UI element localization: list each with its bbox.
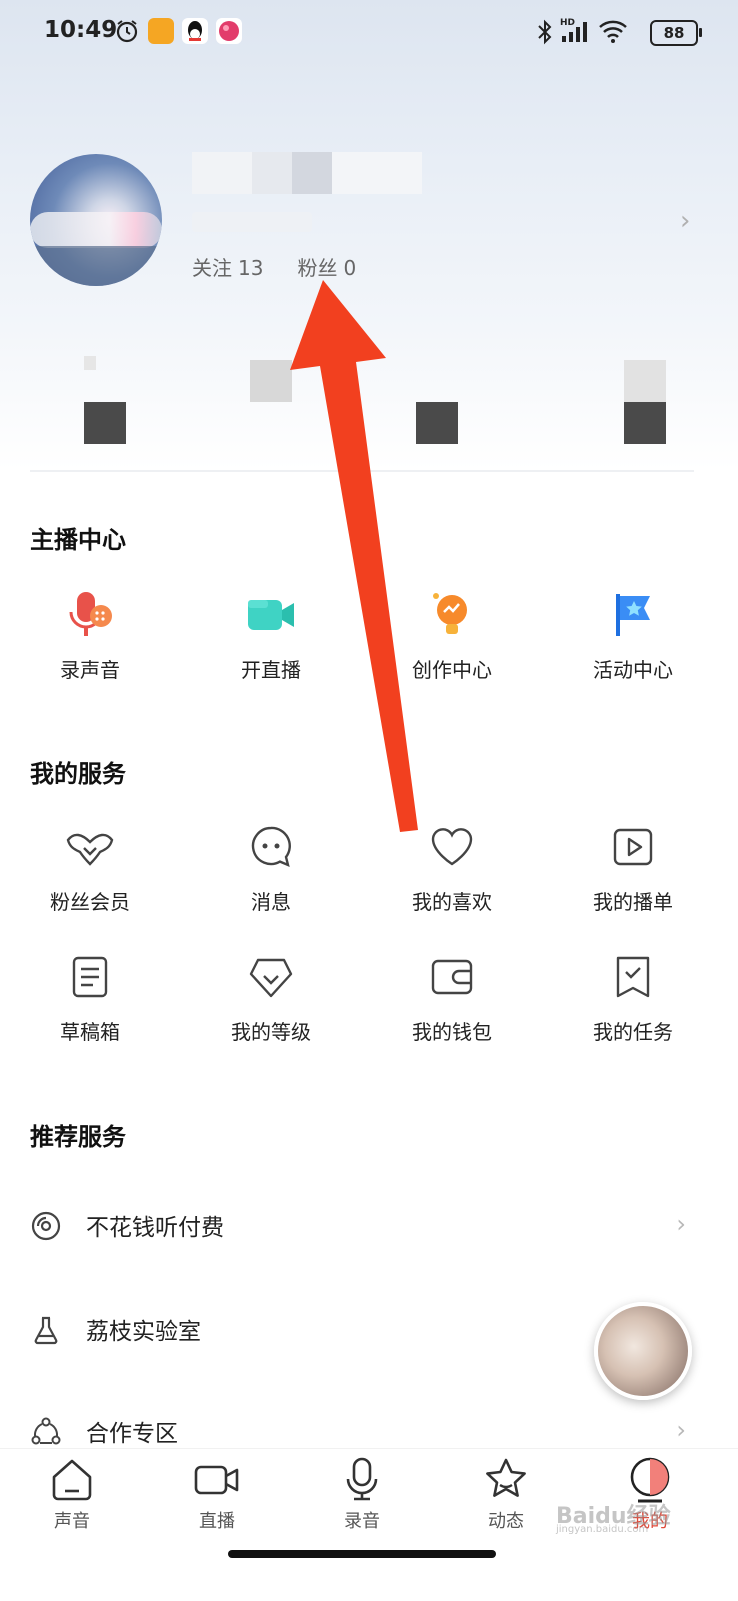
status-bar: 10:49 HD 88 [0, 0, 738, 64]
cooperation-icon [31, 1417, 61, 1445]
nav-tab-label: 动态 [488, 1511, 524, 1532]
floating-player-button[interactable] [594, 1302, 692, 1400]
list-item-free-paid[interactable]: 不花钱听付费 › [30, 1198, 694, 1258]
task-bookmark-icon [608, 952, 658, 1002]
grid-item-my-tasks[interactable]: 我的任务 [543, 952, 723, 1045]
home-icon [48, 1455, 96, 1503]
section-title-anchor-center: 主播中心 [30, 526, 126, 554]
redacted-block [84, 356, 96, 370]
section-title-recommended: 推荐服务 [30, 1123, 126, 1151]
grid-item-record-sound[interactable]: 录声音 [0, 590, 180, 683]
grid-item-label: 我的等级 [231, 1020, 311, 1044]
home-indicator [228, 1550, 496, 1558]
draft-doc-icon [65, 952, 115, 1002]
playlist-icon [608, 822, 658, 872]
grid-item-creation-center[interactable]: 创作中心 [362, 590, 542, 683]
nav-tab-label: 录音 [344, 1511, 380, 1532]
live-camera-icon [193, 1455, 241, 1503]
grid-item-label: 开直播 [241, 658, 301, 682]
nav-tab-sound[interactable]: 声音 [12, 1455, 132, 1533]
wifi-icon [599, 20, 627, 43]
alarm-icon [116, 20, 138, 43]
grid-item-my-wallet[interactable]: 我的钱包 [362, 952, 542, 1045]
video-camera-icon [246, 590, 296, 640]
profile-icon [626, 1455, 674, 1503]
chevron-right-icon: › [676, 1416, 686, 1444]
grid-item-label: 我的任务 [593, 1020, 673, 1044]
mic-record-icon [65, 590, 115, 640]
lychee-app-icon [216, 18, 242, 44]
chevron-right-icon: › [676, 1210, 686, 1238]
grid-item-my-level[interactable]: 我的等级 [181, 952, 361, 1045]
list-item-label: 荔枝实验室 [86, 1319, 201, 1345]
grid-item-messages[interactable]: 消息 [181, 822, 361, 915]
star-icon [482, 1455, 530, 1503]
signal-icon: HD [560, 18, 587, 42]
nav-tab-record[interactable]: 录音 [302, 1455, 422, 1533]
redacted-block [84, 402, 126, 444]
grid-item-drafts[interactable]: 草稿箱 [0, 952, 180, 1045]
grid-item-label: 我的播单 [593, 890, 673, 914]
redacted-block [250, 360, 292, 402]
nav-tab-feed[interactable]: 动态 [446, 1455, 566, 1533]
wallet-icon [427, 952, 477, 1002]
grid-item-label: 录声音 [60, 658, 120, 682]
lightbulb-icon [427, 590, 477, 640]
section-title-my-services: 我的服务 [30, 760, 126, 788]
grid-item-label: 活动中心 [593, 658, 673, 682]
grid-item-label: 我的钱包 [412, 1020, 492, 1044]
network-label: HD [560, 18, 575, 28]
grid-item-label: 粉丝会员 [50, 890, 130, 914]
microphone-icon [338, 1455, 386, 1503]
grid-item-label: 创作中心 [412, 658, 492, 682]
flask-icon [34, 1316, 58, 1345]
battery-indicator: 88 [650, 20, 702, 46]
user-id-blurred [192, 212, 312, 232]
disc-icon [31, 1211, 61, 1241]
grid-item-label: 我的喜欢 [412, 890, 492, 914]
avatar[interactable] [30, 154, 162, 286]
grid-item-start-live[interactable]: 开直播 [181, 590, 361, 683]
watermark-url: jingyan.baidu.com [556, 1524, 649, 1535]
flag-star-icon [608, 590, 658, 640]
grid-item-my-playlist[interactable]: 我的播单 [543, 822, 723, 915]
following-label[interactable]: 关注 [192, 256, 232, 280]
redacted-block [624, 360, 666, 402]
divider [30, 470, 694, 472]
status-time: 10:49 [44, 17, 118, 43]
nav-tab-label: 声音 [54, 1511, 90, 1532]
redacted-block [416, 402, 458, 444]
redacted-block [624, 402, 666, 444]
qq-icon [182, 18, 208, 44]
diamond-level-icon [246, 952, 296, 1002]
following-count[interactable]: 13 [238, 256, 263, 280]
heart-icon [427, 822, 477, 872]
list-item-label: 不花钱听付费 [86, 1215, 224, 1241]
list-item-label: 合作专区 [86, 1421, 178, 1447]
nav-tab-label: 直播 [199, 1511, 235, 1532]
bluetooth-icon [538, 19, 552, 45]
grid-item-label: 消息 [251, 890, 291, 914]
grid-item-activity-center[interactable]: 活动中心 [543, 590, 723, 683]
follow-stats: 关注 13 粉丝 0 [192, 252, 362, 281]
profile-chevron-icon[interactable]: › [680, 206, 690, 236]
chat-bubble-icon [246, 822, 296, 872]
wing-heart-icon [65, 822, 115, 872]
grid-item-label: 草稿箱 [60, 1020, 120, 1044]
grid-item-fan-member[interactable]: 粉丝会员 [0, 822, 180, 915]
nav-tab-live[interactable]: 直播 [157, 1455, 277, 1533]
grid-item-my-likes[interactable]: 我的喜欢 [362, 822, 542, 915]
fans-label[interactable]: 粉丝 [297, 256, 337, 280]
username-blurred [192, 152, 422, 194]
fans-count[interactable]: 0 [343, 256, 356, 280]
notes-app-icon [148, 18, 174, 44]
